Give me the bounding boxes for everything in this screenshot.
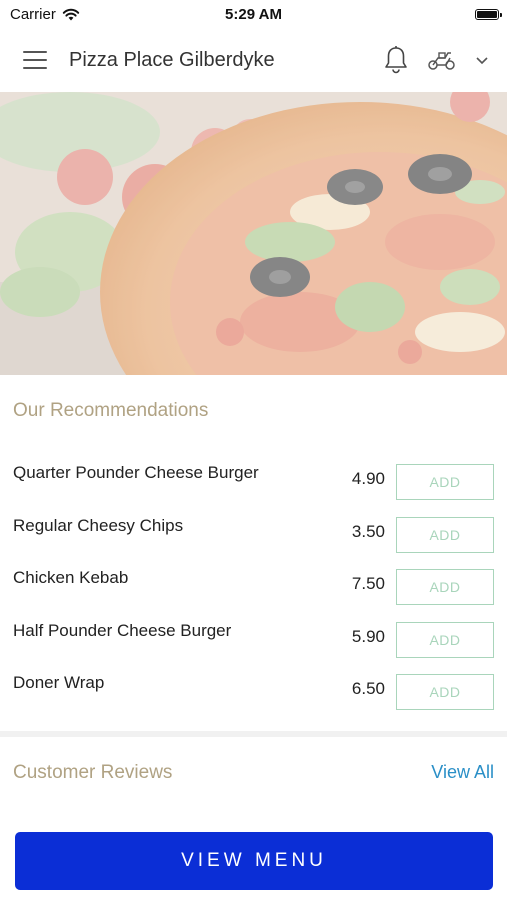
- add-button[interactable]: ADD: [396, 674, 494, 710]
- list-item: Half Pounder Cheese Burger 5.90 ADD: [0, 613, 507, 666]
- add-button[interactable]: ADD: [396, 464, 494, 500]
- item-name: Quarter Pounder Cheese Burger: [13, 463, 259, 482]
- scooter-icon[interactable]: [427, 49, 457, 71]
- list-item: Quarter Pounder Cheese Burger 4.90 ADD: [0, 455, 507, 508]
- add-button[interactable]: ADD: [396, 516, 494, 553]
- list-item: Regular Cheesy Chips 3.50 ADD: [0, 508, 507, 561]
- view-all-link[interactable]: View All: [431, 762, 494, 783]
- header-icons: [383, 45, 507, 75]
- add-button[interactable]: ADD: [396, 569, 494, 605]
- status-time: 5:29 AM: [225, 5, 282, 23]
- status-bar: Carrier 5:29 AM: [0, 0, 507, 28]
- recommendations-title: Our Recommendations: [13, 400, 209, 421]
- item-name: Half Pounder Cheese Burger: [13, 620, 232, 640]
- chevron-down-icon[interactable]: [475, 55, 489, 65]
- section-divider: [0, 731, 507, 737]
- add-button[interactable]: ADD: [396, 621, 494, 658]
- battery-icon: [475, 8, 502, 20]
- item-price: 4.90: [351, 469, 385, 488]
- bell-icon[interactable]: [383, 45, 409, 75]
- item-name: Chicken Kebab: [13, 568, 129, 587]
- view-menu-button[interactable]: VIEW MENU: [15, 832, 493, 890]
- app-header: Pizza Place Gilberdyke: [0, 28, 507, 92]
- recommendations-list: Quarter Pounder Cheese Burger 4.90 ADD R…: [0, 455, 507, 718]
- item-price: 3.50: [351, 521, 385, 541]
- page-title: Pizza Place Gilberdyke: [69, 48, 275, 71]
- item-price: 6.50: [351, 679, 385, 698]
- item-name: Regular Cheesy Chips: [13, 515, 184, 535]
- item-price: 5.90: [351, 626, 385, 646]
- item-price: 7.50: [351, 574, 385, 593]
- list-item: Chicken Kebab 7.50 ADD: [0, 560, 507, 613]
- menu-icon[interactable]: [23, 51, 47, 69]
- hero-image: [0, 92, 507, 375]
- item-name: Doner Wrap: [13, 673, 105, 692]
- list-item: Doner Wrap 6.50 ADD: [0, 665, 507, 718]
- reviews-title: Customer Reviews: [13, 762, 173, 783]
